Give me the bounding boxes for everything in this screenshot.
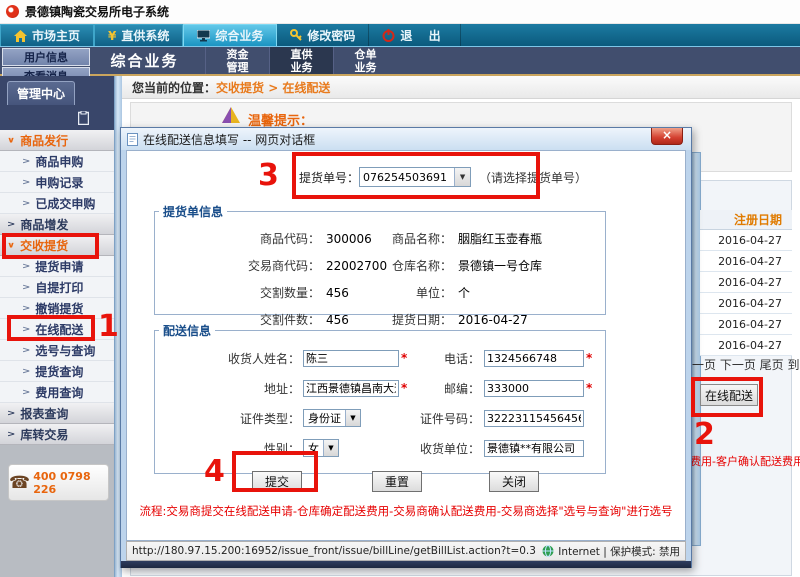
table-header-register-date: 注册日期 <box>700 210 792 230</box>
key-icon <box>290 29 302 41</box>
user-info-button[interactable]: 用户信息 <box>2 48 90 66</box>
annotation-number-2: 2 <box>694 420 715 450</box>
monitor-icon <box>197 30 210 42</box>
nav-direct-supply[interactable]: ¥ 直供系统 <box>94 24 183 46</box>
nav-comprehensive-business[interactable]: 综合业务 <box>183 24 277 46</box>
pagination[interactable]: 一页 下一页 尾页 到 <box>692 356 800 373</box>
id-number-input[interactable] <box>484 410 584 427</box>
hotline-badge: ☎ 400 0798 226 <box>8 464 109 501</box>
subtab-funds-management[interactable]: 资金 管理 <box>205 47 269 74</box>
reset-button[interactable]: 重置 <box>372 471 422 492</box>
dialog-bottom-frame <box>121 561 691 568</box>
postcode-input[interactable] <box>484 380 584 397</box>
document-icon <box>127 133 138 146</box>
window-titlebar: 景德镇陶瓷交易所电子系统 <box>0 0 800 24</box>
power-icon <box>382 29 395 42</box>
consignee-company-input[interactable] <box>484 440 584 457</box>
sidebar-item-product-issuance[interactable]: ∨商品发行 <box>0 130 114 151</box>
address-input[interactable] <box>303 380 399 397</box>
phone-icon: ☎ <box>9 473 30 493</box>
management-center-tab[interactable]: 管理中心 <box>7 81 75 105</box>
dialog-statusbar: http://180.97.15.200:16952/issue_front/i… <box>126 541 686 561</box>
subnav-section-title: 综合业务 <box>92 47 197 74</box>
process-note: 流程:交易商提交在线配送申请-仓库确定配送费用-交易商确认配送费用-交易商选择"… <box>127 503 685 519</box>
statusbar-zone: Internet | 保护模式: 禁用 <box>558 544 680 559</box>
trader-code-value: 22002700 <box>320 259 386 273</box>
sidebar-item-completed-subscriptions[interactable]: >已成交申购 <box>0 193 114 214</box>
statusbar-url: http://180.97.15.200:16952/issue_front/i… <box>132 545 537 557</box>
table-row: 2016-04-27 <box>700 293 792 314</box>
warehouse-name-value: 景德镇一号仓库 <box>452 257 542 274</box>
sidebar-item-number-selection-query[interactable]: >选号与查询 <box>0 340 114 361</box>
annotation-box-bill-number <box>292 152 540 199</box>
annotation-box-online-delivery-button <box>691 377 763 417</box>
table-row: 2016-04-27 <box>700 230 792 251</box>
sidebar-menu: ∨商品发行 >商品申购 >申购记录 >已成交申购 >商品增发 ∨交收提货 >提货… <box>0 130 114 445</box>
unit-value: 个 <box>452 284 470 301</box>
table-row: 2016-04-27 <box>700 251 792 272</box>
breadcrumb-path[interactable]: 交收提货 > 在线配送 <box>216 79 330 96</box>
sidebar-header-area: 管理中心 <box>0 76 114 130</box>
sidebar-item-product-additional-issue[interactable]: >商品增发 <box>0 214 114 235</box>
sidebar-item-fee-query[interactable]: >费用查询 <box>0 382 114 403</box>
annotation-number-4: 4 <box>204 457 225 487</box>
hotline-number: 400 0798 226 <box>33 470 108 496</box>
bill-info-fieldset: 提货单信息 商品代码： 300006 商品名称： 胭脂红玉壶春瓶 交易商代码： … <box>154 203 606 315</box>
sub-nav: 用户信息 查看消息 综合业务 资金 管理 直供 业务 仓单 业务 <box>0 46 800 76</box>
sidebar-item-warehouse-transfer[interactable]: >库转交易 <box>0 424 114 445</box>
id-type-select[interactable]: 身份证▼ <box>303 409 361 427</box>
dialog-title: 在线配送信息填写 -- 网页对话框 <box>143 131 315 148</box>
annotation-box-online-delivery-menu <box>7 315 95 341</box>
app-logo-icon <box>6 5 19 18</box>
app-title: 景德镇陶瓷交易所电子系统 <box>25 3 169 20</box>
bill-info-legend: 提货单信息 <box>159 203 227 220</box>
close-button[interactable]: 关闭 <box>489 471 539 492</box>
chevron-down-icon: ▼ <box>345 410 360 426</box>
phone-input[interactable] <box>484 350 584 367</box>
sidebar-item-pickup-query[interactable]: >提货查询 <box>0 361 114 382</box>
delivery-info-fieldset: 配送信息 收货人姓名： * 电话： * 地址： * 邮编： * 证件类型： 身份… <box>154 322 606 474</box>
background-red-note: 费用-客户确认配送费用-选 <box>690 453 800 469</box>
subtab-direct-supply-business[interactable]: 直供 业务 <box>269 47 333 74</box>
delivery-quantity-value: 456 <box>320 286 386 300</box>
sidebar-item-pickup-application[interactable]: >提货申请 <box>0 256 114 277</box>
subtab-warehouse-receipt-business[interactable]: 仓单 业务 <box>333 47 397 74</box>
nav-market-home[interactable]: 市场主页 <box>0 24 94 46</box>
main-nav: 市场主页 ¥ 直供系统 综合业务 修改密码 退 出 <box>0 24 800 46</box>
table-row: 2016-04-27 <box>700 272 792 293</box>
product-code-value: 300006 <box>320 232 386 246</box>
sidebar-item-self-pickup-print[interactable]: >自提打印 <box>0 277 114 298</box>
warning-cone-icon <box>222 107 240 123</box>
breadcrumb: 您当前的位置： 交收提货 > 在线配送 <box>122 76 800 99</box>
table-row: 2016-04-27 <box>700 335 792 356</box>
consignee-name-input[interactable] <box>303 350 399 367</box>
chevron-down-icon: ▼ <box>323 440 338 456</box>
clipboard-icon <box>78 110 89 129</box>
annotation-box-delivery-pickup <box>2 233 99 259</box>
dialog-titlebar[interactable]: 在线配送信息填写 -- 网页对话框 <box>121 128 691 150</box>
annotation-number-3: 3 <box>258 161 279 191</box>
sidebar-item-report-query[interactable]: >报表查询 <box>0 403 114 424</box>
nav-change-password[interactable]: 修改密码 <box>277 24 369 46</box>
table-row: 2016-04-27 <box>700 314 792 335</box>
annotation-box-submit <box>232 451 318 492</box>
globe-icon <box>542 545 554 557</box>
home-icon <box>14 30 27 42</box>
yen-icon: ¥ <box>108 29 116 43</box>
nav-logout[interactable]: 退 出 <box>369 24 460 46</box>
dialog-close-button[interactable]: × <box>651 128 683 145</box>
sidebar-item-product-subscription[interactable]: >商品申购 <box>0 151 114 172</box>
product-name-value: 胭脂红玉壶春瓶 <box>452 230 542 247</box>
annotation-number-1: 1 <box>98 312 119 342</box>
delivery-info-legend: 配送信息 <box>159 322 215 339</box>
sidebar-item-subscription-records[interactable]: >申购记录 <box>0 172 114 193</box>
